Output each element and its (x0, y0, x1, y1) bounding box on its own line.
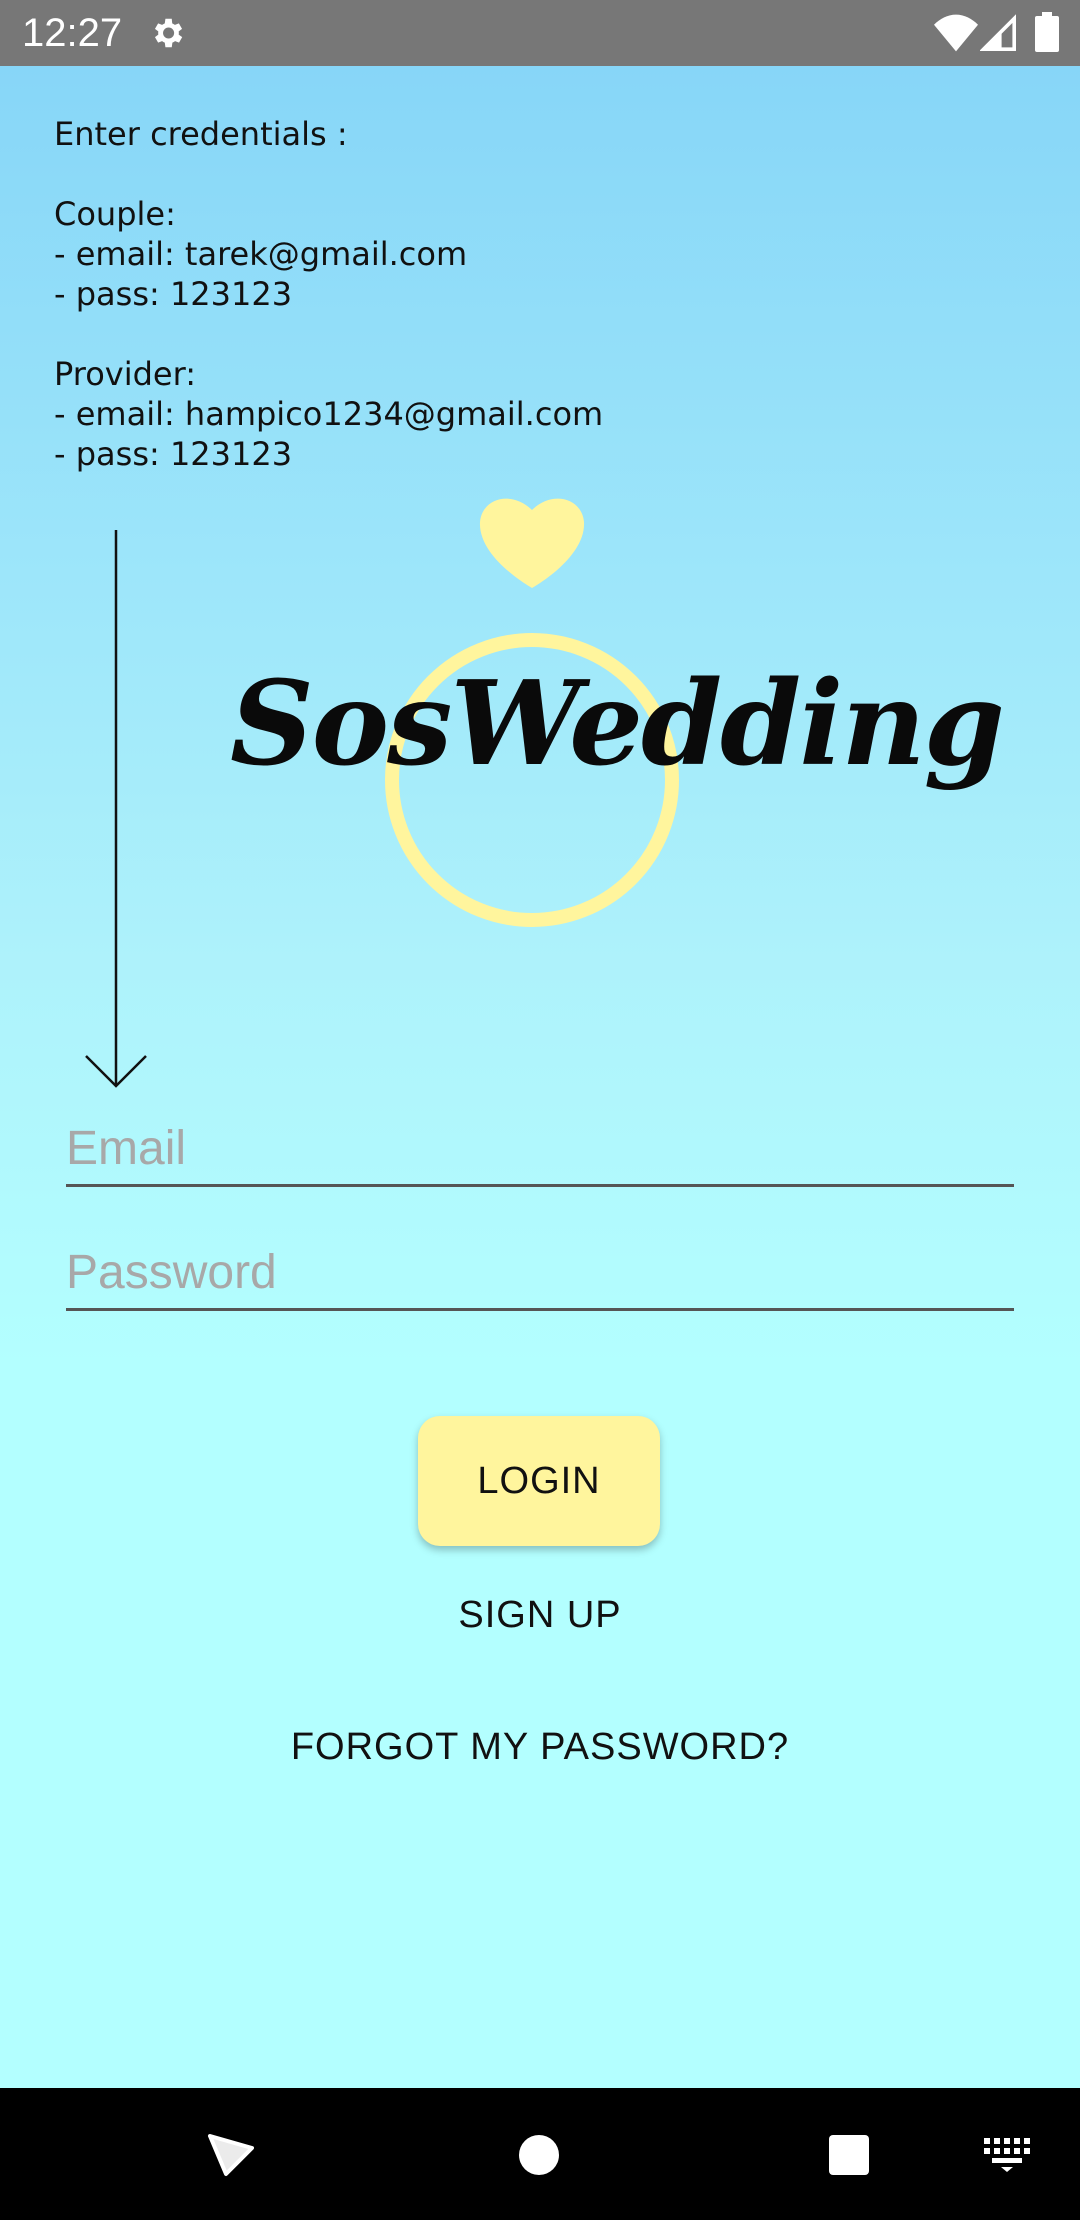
login-screen: Enter credentials : Couple: - email: tar… (0, 66, 1080, 2088)
couple-pass: - pass: 123123 (54, 275, 293, 313)
credentials-hint: Enter credentials : Couple: - email: tar… (54, 114, 603, 474)
email-input[interactable] (66, 1118, 1006, 1178)
logo-text: SosWedding (230, 656, 1005, 792)
password-field (66, 1238, 1014, 1311)
keyboard-icon[interactable] (984, 2138, 1030, 2172)
wifi-icon (934, 14, 978, 52)
login-button[interactable]: LOGIN (418, 1416, 660, 1546)
home-icon[interactable] (518, 2134, 560, 2176)
provider-email: - email: hampico1234@gmail.com (54, 395, 604, 433)
password-input[interactable] (66, 1242, 1006, 1302)
arrow-down-icon (85, 530, 147, 1088)
signal-icon (980, 14, 1016, 51)
provider-label: Provider: (54, 355, 196, 393)
recents-icon[interactable] (828, 2134, 870, 2176)
battery-icon (1035, 12, 1059, 52)
forgot-password-button[interactable]: FORGOT MY PASSWORD? (0, 1726, 1080, 1769)
couple-email: - email: tarek@gmail.com (54, 235, 468, 273)
status-bar: 12:27 (0, 0, 1080, 66)
email-field (66, 1114, 1014, 1187)
couple-label: Couple: (54, 195, 176, 233)
navigation-bar (0, 2088, 1080, 2220)
gear-icon (154, 18, 183, 48)
credentials-heading: Enter credentials : (54, 115, 348, 153)
signup-button[interactable]: SIGN UP (0, 1594, 1080, 1637)
status-time: 12:27 (22, 11, 123, 55)
provider-pass: - pass: 123123 (54, 435, 293, 473)
back-icon[interactable] (206, 2130, 256, 2180)
app-logo: SosWedding (230, 486, 1005, 956)
